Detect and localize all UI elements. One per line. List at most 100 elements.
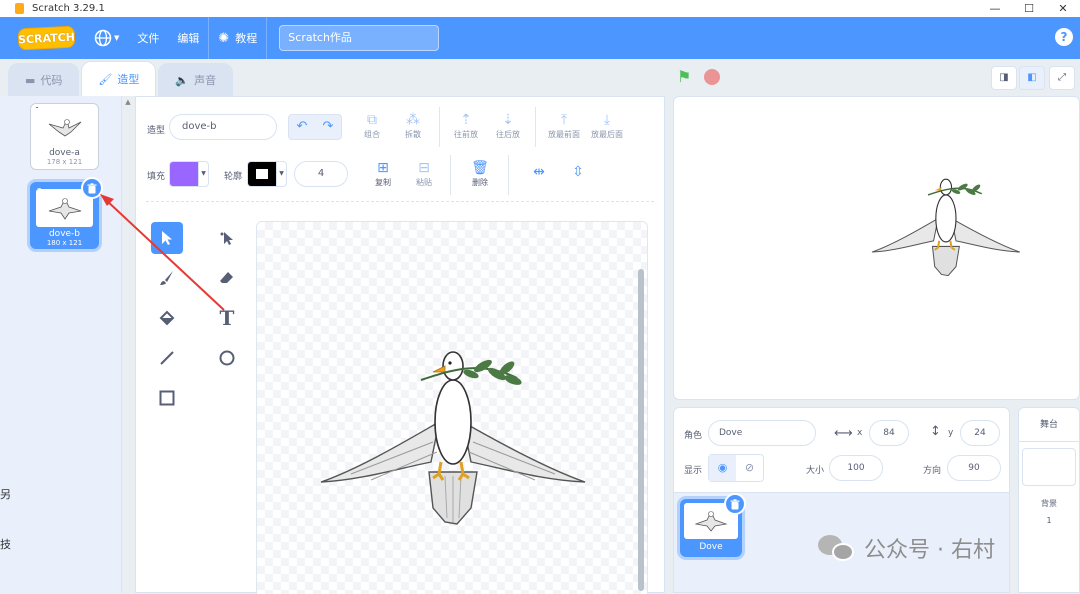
stage-canvas[interactable] [673, 96, 1080, 400]
tab-costumes-label: 造型 [117, 73, 140, 86]
stage-panel-title: 舞台 [1019, 408, 1079, 442]
paste-button[interactable]: ⊟ 粘贴 [402, 159, 446, 188]
eraser-tool[interactable] [211, 262, 243, 294]
group-icon: ⧉ [367, 112, 377, 128]
vertical-arrows-icon: ↕ [930, 424, 941, 439]
large-stage-icon: ◧ [1027, 72, 1037, 83]
maximize-button[interactable]: ☐ [1012, 0, 1046, 17]
direction-input[interactable]: 90 [947, 455, 1001, 481]
rectangle-tool[interactable] [151, 382, 183, 414]
flip-vertical-button[interactable]: ⇳ [556, 163, 600, 181]
undo-icon[interactable]: ↶ [289, 115, 315, 139]
brush-icon: 🖌 [98, 72, 113, 86]
paint-editor: 造型 dove-b ↶ ↷ ⧉ 组合 ⁂ 拆散 ⇡ 往前放 ⇣ 往后放 ⤒ 放最… [135, 96, 665, 594]
size-input[interactable]: 100 [829, 455, 883, 481]
large-stage-button[interactable]: ◧ [1019, 66, 1045, 90]
toolbar-divider [508, 155, 509, 195]
project-title-input[interactable]: Scratch作品 [279, 25, 440, 51]
ungroup-button[interactable]: ⁂ 拆散 [391, 111, 435, 140]
eye-hidden-icon[interactable]: ⊘ [736, 455, 763, 481]
edit-menu[interactable]: 编辑 [168, 17, 208, 59]
small-stage-button[interactable]: ◨ [991, 66, 1017, 90]
reshape-icon [220, 232, 233, 245]
copy-icon: ⊞ [377, 160, 389, 176]
outline-width-input[interactable]: 4 [294, 161, 348, 187]
costume-thumbnail [34, 108, 95, 146]
trash-icon [730, 498, 740, 509]
forward-button[interactable]: ⇡ 往前放 [444, 111, 488, 140]
window-controls: — ☐ ✕ [978, 0, 1080, 17]
tab-sounds[interactable]: 🔈 声音 [158, 63, 234, 96]
close-button[interactable]: ✕ [1046, 0, 1080, 17]
trash-icon: 🗑 [471, 160, 489, 176]
scroll-up-icon[interactable]: ▲ [122, 98, 134, 106]
rectangle-icon [159, 390, 175, 406]
costume-name: dove-b [48, 229, 81, 239]
backdrops-count: 1 [1046, 516, 1052, 525]
y-label: y [948, 428, 954, 438]
fill-tool[interactable] [151, 302, 183, 334]
x-input[interactable]: 84 [869, 420, 909, 446]
arrow-bottom-icon: ⤓ [603, 112, 611, 128]
help-icon[interactable]: ? [1055, 28, 1073, 46]
y-input[interactable]: 24 [960, 420, 1000, 446]
backward-button[interactable]: ⇣ 往后放 [486, 111, 530, 140]
costume-list-scrollbar[interactable]: ▲ [122, 96, 134, 593]
tab-code[interactable]: ▬ 代码 [8, 63, 80, 96]
line-tool[interactable] [151, 342, 183, 374]
minimize-button[interactable]: — [978, 0, 1012, 17]
offscreen-text: 另 [0, 488, 11, 501]
globe-icon [94, 29, 112, 47]
copy-button[interactable]: ⊞ 复制 [361, 159, 405, 188]
redo-icon[interactable]: ↷ [315, 115, 341, 139]
circle-icon [219, 350, 235, 366]
text-tool[interactable]: T [211, 302, 243, 334]
delete-label: 删除 [472, 178, 488, 187]
fullscreen-button[interactable]: ⤢ [1049, 66, 1075, 90]
menu-divider [266, 17, 268, 59]
delete-sprite-button[interactable] [724, 493, 746, 515]
backward-label: 往后放 [496, 130, 520, 139]
stop-icon[interactable] [704, 69, 720, 85]
file-menu[interactable]: 文件 [128, 17, 168, 59]
sprite-name-input[interactable]: Dove [708, 420, 816, 446]
outline-color-picker[interactable]: ▼ [247, 161, 287, 187]
line-icon [160, 351, 174, 365]
group-button[interactable]: ⧉ 组合 [350, 111, 394, 140]
reshape-tool[interactable] [211, 222, 243, 254]
costume-size: 178 x 121 [46, 158, 83, 166]
window-titlebar: Scratch 3.29.1 — ☐ ✕ [0, 0, 1080, 17]
paint-canvas[interactable] [256, 221, 648, 594]
lightbulb-icon: ✺ [218, 30, 230, 46]
eye-icon[interactable]: ◉ [709, 455, 736, 481]
dove-sprite-on-stage[interactable] [674, 97, 1080, 400]
back-button[interactable]: ⤓ 放最后面 [585, 111, 629, 140]
delete-costume-button[interactable] [81, 177, 103, 199]
offscreen-text: 技 [0, 538, 11, 551]
window-title: Scratch 3.29.1 [32, 3, 105, 14]
front-button[interactable]: ⤒ 放最前面 [542, 111, 586, 140]
canvas-scrollbar[interactable] [638, 269, 644, 591]
group-label: 组合 [364, 130, 380, 139]
costume-item-dove-a[interactable]: 1 dove-a 178 x 121 [30, 103, 99, 170]
tutorials-menu[interactable]: ✺ 教程 [209, 17, 266, 59]
wechat-icon [818, 533, 856, 563]
circle-tool[interactable] [211, 342, 243, 374]
arrow-top-icon: ⤒ [560, 112, 568, 128]
fill-color-picker[interactable]: ▼ [169, 161, 209, 187]
sprite-name: Dove [699, 542, 723, 552]
brush-tool[interactable] [151, 262, 183, 294]
sprite-name-label: 角色 [684, 431, 703, 441]
tab-costumes[interactable]: 🖌 造型 [81, 61, 157, 96]
delete-button[interactable]: 🗑 删除 [458, 159, 502, 188]
language-menu[interactable]: ▼ [85, 17, 128, 59]
green-flag-icon[interactable]: ⚑ [677, 67, 691, 86]
backdrops-label: 背景 [1041, 499, 1057, 508]
flip-horizontal-button[interactable]: ⇹ [517, 163, 561, 181]
dove-costume-drawing[interactable] [257, 222, 648, 594]
scratch-logo[interactable]: SCRATCH [17, 25, 76, 51]
backdrop-thumbnail[interactable] [1022, 448, 1076, 486]
stage-target-panel[interactable]: 舞台 背景 1 [1018, 407, 1080, 593]
select-tool[interactable] [151, 222, 183, 254]
costume-name-input[interactable]: dove-b [169, 114, 277, 140]
